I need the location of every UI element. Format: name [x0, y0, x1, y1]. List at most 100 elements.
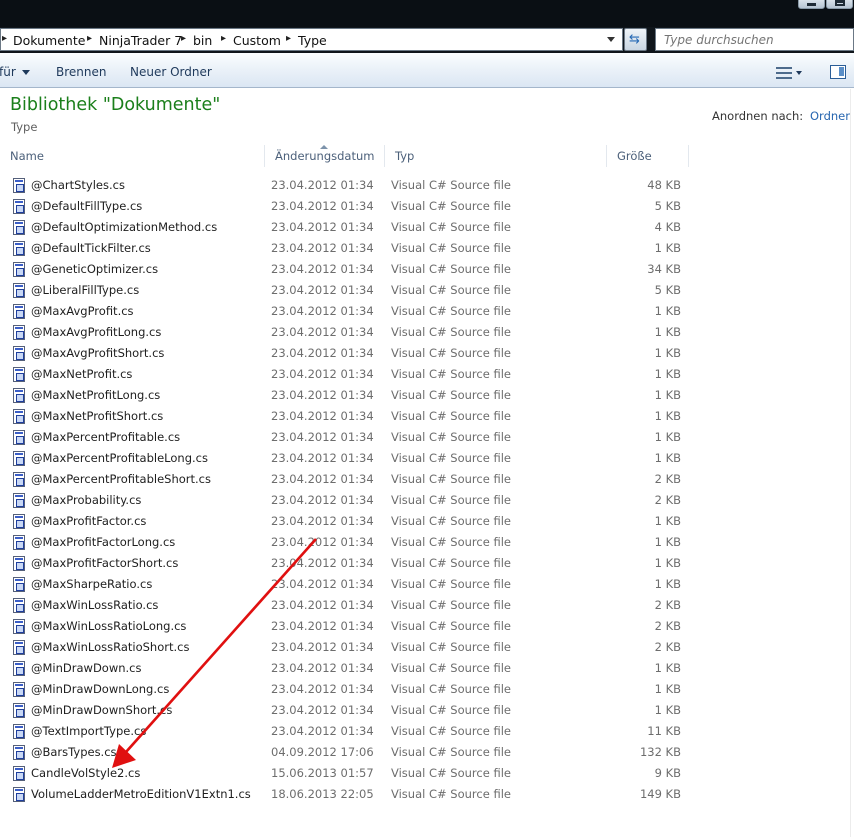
file-date: 23.04.2012 01:34 [271, 577, 374, 591]
file-name: @MaxAvgProfitShort.cs [31, 346, 165, 360]
file-type: Visual C# Source file [391, 199, 511, 213]
file-row[interactable]: @MaxProbability.cs 23.04.2012 01:34 Visual… [0, 490, 850, 511]
file-row[interactable]: @MinDrawDownShort.cs 23.04.2012 01:34 Visu… [0, 700, 850, 721]
file-type: Visual C# Source file [391, 661, 511, 675]
file-row[interactable]: @MaxWinLossRatio.cs 23.04.2012 01:34 Visua… [0, 595, 850, 616]
library-title: Bibliothek "Dokumente" [10, 95, 221, 115]
file-type: Visual C# Source file [391, 220, 511, 234]
minimize-button[interactable] [798, 0, 825, 9]
file-date: 23.04.2012 01:34 [271, 724, 374, 738]
file-type: Visual C# Source file [391, 682, 511, 696]
breadcrumb-chevron-icon[interactable]: ▸ [2, 33, 7, 44]
file-size: 1 KB [654, 241, 681, 255]
file-row[interactable]: @GeneticOptimizer.cs 23.04.2012 01:34 Visu… [0, 259, 850, 280]
breadcrumb-chevron-icon[interactable]: ▸ [221, 33, 226, 44]
refresh-button[interactable]: ⇆ [624, 28, 647, 51]
file-row[interactable]: VolumeLadderMetroEditionV1Extn1.cs 18.06.… [0, 784, 850, 805]
csharp-file-icon [13, 199, 25, 214]
column-header-size[interactable]: Größe [607, 145, 689, 167]
file-date: 23.04.2012 01:34 [271, 598, 374, 612]
file-date: 23.04.2012 01:34 [271, 682, 374, 696]
file-row[interactable]: @MaxAvgProfit.cs 23.04.2012 01:34 Visual C… [0, 301, 850, 322]
csharp-file-icon [13, 430, 25, 445]
breadcrumb-chevron-icon[interactable]: ▸ [87, 33, 92, 44]
file-row[interactable]: CandleVolStyle2.cs 15.06.2013 01:57 Visual… [0, 763, 850, 784]
file-row[interactable]: @MaxSharpeRatio.cs 23.04.2012 01:34 Visual… [0, 574, 850, 595]
address-bar[interactable]: ▸ Dokumente ▸ NinjaTrader 7 ▸ bin ▸ Cust… [0, 28, 623, 51]
csharp-file-icon [13, 283, 25, 298]
file-row[interactable]: @MaxNetProfitLong.cs 23.04.2012 01:34 Visu… [0, 385, 850, 406]
burn-button[interactable]: Brennen [56, 65, 106, 79]
file-row[interactable]: @DefaultFillType.cs 23.04.2012 01:34 Visua… [0, 196, 850, 217]
breadcrumb-chevron-icon[interactable]: ▸ [181, 33, 186, 44]
file-size: 11 KB [647, 724, 681, 738]
file-row[interactable]: @TextImportType.cs 23.04.2012 01:34 Visual… [0, 721, 850, 742]
file-type: Visual C# Source file [391, 283, 511, 297]
file-size: 1 KB [654, 535, 681, 549]
file-row[interactable]: @MaxNetProfit.cs 23.04.2012 01:34 Visual C… [0, 364, 850, 385]
file-row[interactable]: @MaxWinLossRatioLong.cs 23.04.2012 01:34 V… [0, 616, 850, 637]
file-row[interactable]: @MaxProfitFactor.cs 23.04.2012 01:34 Visua… [0, 511, 850, 532]
file-name: @MinDrawDownLong.cs [31, 682, 170, 696]
pane-divider [850, 89, 854, 837]
file-type: Visual C# Source file [391, 367, 511, 381]
file-size: 2 KB [654, 640, 681, 654]
new-folder-button[interactable]: Neuer Ordner [130, 65, 212, 79]
file-name: @MinDrawDown.cs [31, 661, 142, 675]
search-box[interactable] [655, 28, 854, 51]
file-row[interactable]: @MaxPercentProfitableShort.cs 23.04.2012 … [0, 469, 850, 490]
organize-menu[interactable]: für [0, 65, 30, 79]
column-header-type[interactable]: Typ [385, 145, 607, 167]
file-date: 23.04.2012 01:34 [271, 493, 374, 507]
file-row[interactable]: @LiberalFillType.cs 23.04.2012 01:34 Visua… [0, 280, 850, 301]
file-date: 23.04.2012 01:34 [271, 430, 374, 444]
file-row[interactable]: @BarsTypes.cs 04.09.2012 17:06 Visual C# S… [0, 742, 850, 763]
search-input[interactable] [656, 29, 853, 50]
window-titlebar [0, 0, 854, 27]
file-row[interactable]: @DefaultOptimizationMethod.cs 23.04.2012 … [0, 217, 850, 238]
file-row[interactable]: @MaxPercentProfitable.cs 23.04.2012 01:34… [0, 427, 850, 448]
file-size: 2 KB [654, 472, 681, 486]
breadcrumb-chevron-icon[interactable]: ▸ [286, 33, 291, 44]
file-name: @MaxWinLossRatioLong.cs [31, 619, 187, 633]
file-size: 1 KB [654, 325, 681, 339]
column-header-name[interactable]: Name [0, 145, 265, 167]
file-size: 1 KB [654, 430, 681, 444]
file-name: @MaxProfitFactorLong.cs [31, 535, 176, 549]
file-row[interactable]: @MaxPercentProfitableLong.cs 23.04.2012 0… [0, 448, 850, 469]
breadcrumb-item[interactable]: NinjaTrader 7 [99, 33, 182, 48]
file-type: Visual C# Source file [391, 388, 511, 402]
breadcrumb-item[interactable]: Dokumente [13, 33, 85, 48]
breadcrumb-item[interactable]: Custom [233, 33, 281, 48]
file-size: 1 KB [654, 346, 681, 360]
arrange-by-dropdown[interactable]: Ordner [810, 109, 850, 123]
file-size: 1 KB [654, 388, 681, 402]
csharp-file-icon [13, 661, 25, 676]
file-date: 23.04.2012 01:34 [271, 220, 374, 234]
file-date: 23.04.2012 01:34 [271, 367, 374, 381]
view-options-dropdown-icon[interactable] [796, 71, 802, 75]
file-row[interactable]: @MaxWinLossRatioShort.cs 23.04.2012 01:34… [0, 637, 850, 658]
file-type: Visual C# Source file [391, 430, 511, 444]
csharp-file-icon [13, 220, 25, 235]
file-row[interactable]: @DefaultTickFilter.cs 23.04.2012 01:34 Vis… [0, 238, 850, 259]
preview-pane-icon[interactable] [830, 65, 846, 79]
breadcrumb-item[interactable]: bin [193, 33, 212, 48]
breadcrumb-item[interactable]: Type [298, 33, 327, 48]
file-row[interactable]: @MinDrawDownLong.cs 23.04.2012 01:34 Visua… [0, 679, 850, 700]
address-history-dropdown[interactable] [606, 34, 616, 44]
file-row[interactable]: @MaxAvgProfitLong.cs 23.04.2012 01:34 Visu… [0, 322, 850, 343]
file-row[interactable]: @ChartStyles.cs 23.04.2012 01:34 Visual C#… [0, 175, 850, 196]
file-name: @MaxAvgProfitLong.cs [31, 325, 162, 339]
view-options-icon[interactable] [776, 67, 792, 79]
file-row[interactable]: @MinDrawDown.cs 23.04.2012 01:34 Visual C#… [0, 658, 850, 679]
file-row[interactable]: @MaxProfitFactorShort.cs 23.04.2012 01:34… [0, 553, 850, 574]
file-name: @ChartStyles.cs [31, 178, 125, 192]
file-row[interactable]: @MaxProfitFactorLong.cs 23.04.2012 01:34 V… [0, 532, 850, 553]
csharp-file-icon [13, 388, 25, 403]
file-row[interactable]: @MaxAvgProfitShort.cs 23.04.2012 01:34 Vis… [0, 343, 850, 364]
csharp-file-icon [13, 556, 25, 571]
file-row[interactable]: @MaxNetProfitShort.cs 23.04.2012 01:34 Vis… [0, 406, 850, 427]
file-type: Visual C# Source file [391, 325, 511, 339]
maximize-button[interactable] [826, 0, 853, 9]
